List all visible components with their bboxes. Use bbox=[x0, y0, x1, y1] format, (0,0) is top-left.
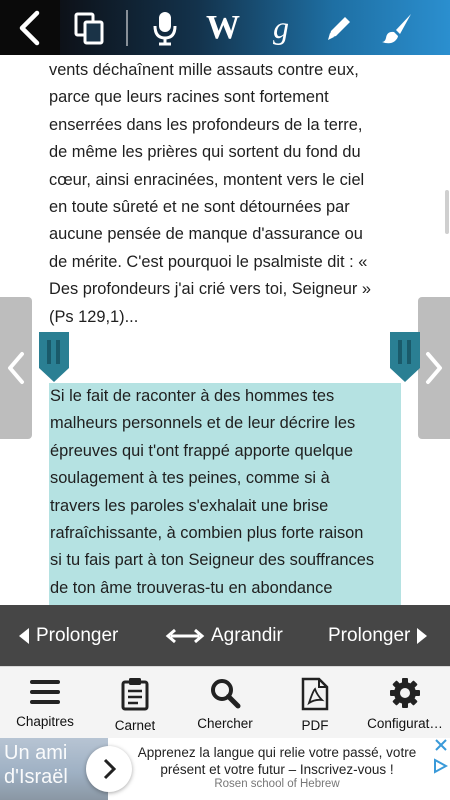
text-line: Si le fait de raconter à des hommes tes bbox=[50, 387, 335, 405]
text-line: Des profondeurs j'ai crié vers toi, Seig… bbox=[49, 280, 371, 299]
text-line: parce que leurs racines sont fortement bbox=[49, 88, 329, 107]
google-button[interactable]: g bbox=[252, 0, 310, 55]
ad-banner[interactable]: Un ami d'Israël Apprenez la langue qui r… bbox=[0, 738, 450, 800]
text-line: malheurs personnels et de leur décrire l… bbox=[50, 414, 356, 433]
bottom-toolbar: Chapitres Carnet Chercher PDF Configurat… bbox=[0, 666, 450, 738]
text-line: épreuves qui t'ont frappé apporte quelqu… bbox=[50, 441, 353, 460]
enlarge-button[interactable]: Agrandir bbox=[165, 605, 283, 666]
clipboard-icon bbox=[121, 678, 149, 711]
search-button[interactable]: Chercher bbox=[180, 667, 270, 739]
double-arrow-icon bbox=[165, 628, 205, 643]
copy-icon bbox=[74, 12, 104, 44]
text-line: enserrées dans les profondeurs de la ter… bbox=[49, 115, 363, 134]
top-toolbar: W g bbox=[0, 0, 450, 55]
chapters-button[interactable]: Chapitres bbox=[0, 667, 90, 739]
text-line: en toute sûreté et ne sont détournées pa… bbox=[49, 198, 350, 217]
text-line: de même les prières qui sortent du fond … bbox=[49, 143, 361, 162]
selection-bar: Prolonger Agrandir Prolonger bbox=[0, 605, 450, 666]
scrollbar[interactable] bbox=[445, 190, 449, 234]
settings-label: Configurat… bbox=[367, 716, 443, 731]
ad-advertiser: Rosen school of Hebrew bbox=[214, 778, 340, 790]
extend-left-button[interactable]: Prolonger bbox=[18, 605, 118, 666]
ad-headline[interactable]: Apprenez la langue qui relie votre passé… bbox=[134, 744, 420, 778]
notebook-label: Carnet bbox=[114, 718, 156, 733]
text-line: si tu fais part à ton Seigneur des souff… bbox=[50, 551, 375, 570]
wikipedia-icon: W bbox=[206, 8, 240, 46]
text-line: de mérite. C'est pourquoi le psalmiste d… bbox=[49, 252, 368, 271]
selection-end-handle[interactable] bbox=[388, 330, 422, 384]
brush-icon bbox=[382, 13, 411, 43]
back-button[interactable] bbox=[0, 0, 60, 55]
chevron-right-icon bbox=[103, 758, 116, 780]
chevron-left-icon bbox=[8, 352, 24, 384]
extend-right-label: Prolonger bbox=[328, 624, 411, 646]
triangle-left-icon bbox=[19, 627, 29, 644]
ad-image-text-2: d'Israël bbox=[4, 766, 68, 788]
ad-image-text-1: Un ami bbox=[4, 742, 68, 764]
ad-close-icon[interactable] bbox=[434, 738, 448, 752]
menu-icon bbox=[30, 680, 60, 704]
voice-button[interactable] bbox=[136, 0, 194, 55]
gear-icon bbox=[390, 678, 420, 708]
annotate-button[interactable] bbox=[310, 0, 368, 55]
pdf-button[interactable]: PDF bbox=[270, 667, 360, 739]
previous-page-button[interactable] bbox=[0, 297, 32, 439]
text-line: (Ps 129,1)... bbox=[49, 307, 139, 326]
selected-paragraph[interactable]: Si le fait de raconter à des hommes tes m… bbox=[49, 383, 401, 605]
adchoices-icon[interactable] bbox=[432, 758, 448, 774]
toolbar-divider bbox=[126, 9, 128, 46]
notebook-button[interactable]: Carnet bbox=[90, 667, 180, 739]
highlight-button[interactable] bbox=[368, 0, 426, 55]
ad-open-button[interactable] bbox=[86, 746, 132, 792]
next-page-button[interactable] bbox=[418, 297, 450, 439]
text-line: travers les paroles s'exhalait une brise bbox=[50, 496, 329, 515]
microphone-icon bbox=[153, 11, 177, 45]
settings-button[interactable]: Configurat… bbox=[360, 667, 450, 739]
selection-start-handle[interactable] bbox=[37, 330, 71, 384]
paragraph-1: vents déchaînent mille assauts contre eu… bbox=[49, 57, 401, 331]
chevron-right-icon bbox=[426, 352, 442, 384]
back-arrow-icon bbox=[19, 10, 40, 45]
search-icon bbox=[211, 679, 241, 709]
extend-right-button[interactable]: Prolonger bbox=[328, 605, 428, 666]
triangle-right-icon bbox=[417, 627, 428, 644]
enlarge-label: Agrandir bbox=[211, 624, 283, 646]
text-line: rafraîchissante, à combien plus forte ra… bbox=[50, 524, 364, 543]
chapters-label: Chapitres bbox=[16, 714, 74, 729]
google-icon: g bbox=[273, 9, 289, 45]
copy-button[interactable] bbox=[60, 0, 118, 55]
text-line: soulagement à tes peines, comme si à bbox=[50, 469, 330, 488]
pdf-icon bbox=[301, 677, 329, 711]
extend-left-label: Prolonger bbox=[36, 624, 119, 646]
text-line: de ton âme trouveras-tu en abondance bbox=[50, 578, 333, 597]
search-label: Chercher bbox=[197, 716, 253, 731]
wikipedia-button[interactable]: W bbox=[194, 0, 252, 55]
text-line: aucune pensée de manque d'assurance ou bbox=[49, 225, 363, 244]
pdf-label: PDF bbox=[301, 718, 329, 733]
pencil-icon bbox=[328, 16, 350, 40]
text-line: vents déchaînent mille assauts contre eu… bbox=[49, 61, 359, 79]
text-line: cœur, ainsi enracinées, montent vers le … bbox=[49, 170, 365, 189]
